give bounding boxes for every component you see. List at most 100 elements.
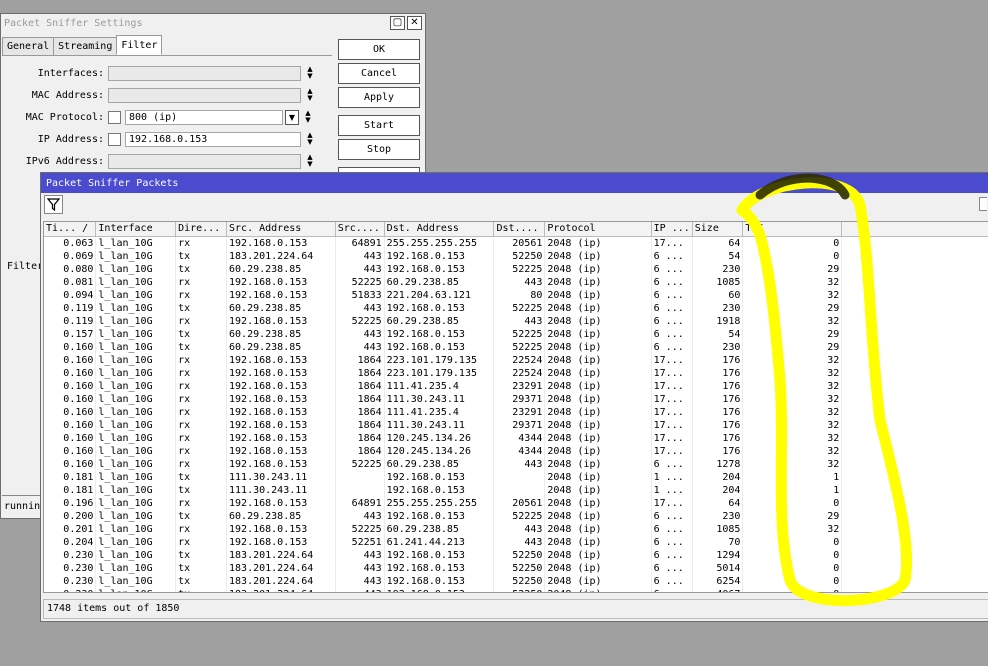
column-header[interactable]: Dst....: [493, 222, 546, 237]
table-row[interactable]: 0.160 l_lan_10G rx 192.168.0.153 1864 120.245…: [44, 444, 988, 458]
column-header[interactable]: Dire...: [175, 222, 228, 237]
tab-streaming[interactable]: Streaming: [53, 37, 118, 55]
table-cell: 6 ...: [651, 275, 693, 289]
table-cell: 6 ...: [651, 561, 693, 575]
filter-icon[interactable]: [44, 194, 63, 214]
dropdown-icon[interactable]: ▼: [285, 109, 299, 125]
table-row[interactable]: 0.181 l_lan_10G tx 111.30.243.11 192.168.0.1…: [44, 470, 988, 484]
table-cell: l_lan_10G: [95, 301, 177, 315]
table-cell: tx: [175, 249, 228, 263]
table-cell: 1085: [692, 522, 744, 536]
table-cell: 0.201: [44, 522, 97, 536]
updown-icon[interactable]: ▲ ▼: [304, 66, 316, 80]
table-cell: 60.29.238.85: [226, 262, 336, 276]
table-cell: 0.094: [44, 288, 97, 302]
table-row[interactable]: 0.160 l_lan_10G rx 192.168.0.153 1864 223.101…: [44, 353, 988, 367]
stop-button[interactable]: Stop: [338, 139, 420, 160]
table-row[interactable]: 0.157 l_lan_10G tx 60.29.238.85 443 192.168.0…: [44, 327, 988, 341]
table-cell: tx: [175, 587, 228, 592]
table-row[interactable]: 0.081 l_lan_10G rx 192.168.0.153 52225 60.29.…: [44, 275, 988, 289]
ok-button[interactable]: OK: [338, 39, 420, 60]
table-row[interactable]: 0.160 l_lan_10G rx 192.168.0.153 1864 111.30.…: [44, 392, 988, 406]
table-cell-filler: [841, 275, 988, 289]
mac-protocol-field[interactable]: 800 (ip): [125, 109, 283, 125]
table-row[interactable]: 0.069 l_lan_10G tx 183.201.224.64 443 192.168…: [44, 249, 988, 263]
ipv6-address-field[interactable]: [108, 153, 301, 169]
table-cell: 176: [692, 418, 744, 432]
mac-address-field[interactable]: [108, 87, 301, 103]
column-header[interactable]: IP ...: [651, 222, 693, 237]
table-cell: rx: [175, 444, 228, 458]
table-row[interactable]: 0.160 l_lan_10G rx 192.168.0.153 52225 60.29.…: [44, 457, 988, 471]
table-row[interactable]: 0.201 l_lan_10G rx 192.168.0.153 52225 60.29.…: [44, 522, 988, 536]
table-cell: 0: [742, 496, 843, 510]
table-cell: 0.081: [44, 275, 97, 289]
table-row[interactable]: 0.204 l_lan_10G rx 192.168.0.153 52251 61.241…: [44, 535, 988, 549]
table-row[interactable]: 0.063 l_lan_10G rx 192.168.0.153 64891 255.25…: [44, 236, 988, 250]
table-row[interactable]: 0.230l_lan_10Gtx183.201.224.64443192.168…: [44, 574, 988, 588]
updown-icon[interactable]: ▲ ▼: [302, 110, 314, 124]
table-cell: 176: [692, 392, 744, 406]
column-header[interactable]: TOS: [742, 222, 843, 237]
table-row[interactable]: 0.160 l_lan_10G rx 192.168.0.153 1864 111.30.…: [44, 418, 988, 432]
table-row[interactable]: 0.230l_lan_10Gtx183.201.224.64443192.168…: [44, 587, 988, 592]
tab-filter[interactable]: Filter: [116, 35, 163, 55]
table-cell: 192.168.0.153: [384, 301, 495, 315]
cancel-button[interactable]: Cancel: [338, 63, 420, 84]
table-cell: [335, 470, 385, 484]
start-button[interactable]: Start: [338, 115, 420, 136]
toolbar-dropdown[interactable]: [979, 197, 987, 211]
ip-address-field[interactable]: 192.168.0.153: [125, 131, 301, 147]
table-cell: 255.255.255.255: [384, 236, 495, 250]
table-row[interactable]: 0.181 l_lan_10G tx 111.30.243.11 192.168.0.1…: [44, 483, 988, 497]
table-cell-filler: [841, 314, 988, 328]
column-header[interactable]: Src. Address: [226, 222, 336, 237]
column-header[interactable]: Dst. Address: [384, 222, 495, 237]
table-row[interactable]: 0.160 l_lan_10G tx 60.29.238.85 443 192.168.0…: [44, 340, 988, 354]
table-row[interactable]: 0.196 l_lan_10G rx 192.168.0.153 64891 255.25…: [44, 496, 988, 510]
table-cell: 183.201.224.64: [226, 574, 336, 588]
table-cell-filler: [841, 366, 988, 380]
table-cell: 29371: [493, 392, 546, 406]
table-cell: 52225: [493, 301, 546, 315]
table-cell: 32: [742, 275, 843, 289]
column-header[interactable]: Protocol: [544, 222, 652, 237]
table-cell: 1085: [692, 275, 744, 289]
table-cell: rx: [175, 314, 228, 328]
updown-icon[interactable]: ▲ ▼: [304, 88, 316, 102]
table-cell: 2048 (ip): [544, 418, 652, 432]
table-cell: rx: [175, 522, 228, 536]
table-row[interactable]: 0.230l_lan_10Gtx183.201.224.64443192.168…: [44, 561, 988, 575]
apply-button[interactable]: Apply: [338, 87, 420, 108]
close-icon[interactable]: ✕: [407, 16, 422, 30]
maximize-icon[interactable]: ▢: [390, 16, 405, 30]
table-cell: l_lan_10G: [95, 561, 177, 575]
mac-protocol-not-checkbox[interactable]: [108, 110, 121, 124]
updown-icon[interactable]: ▲ ▼: [304, 154, 316, 168]
updown-icon[interactable]: ▲ ▼: [304, 132, 316, 146]
tab-general[interactable]: General: [2, 37, 55, 55]
table-row[interactable]: 0.119 l_lan_10G tx 60.29.238.85 443 192.168.0…: [44, 301, 988, 315]
table-cell: 23291: [493, 405, 546, 419]
settings-titlebar[interactable]: Packet Sniffer Settings: [1, 14, 425, 32]
table-row[interactable]: 0.080 l_lan_10G tx 60.29.238.85 443 192.168.0…: [44, 262, 988, 276]
table-row[interactable]: 0.160 l_lan_10G rx 192.168.0.153 1864 120.245…: [44, 431, 988, 445]
table-row[interactable]: 0.160 l_lan_10G rx 192.168.0.153 1864 111.41.…: [44, 379, 988, 393]
table-row[interactable]: 0.160 l_lan_10G rx 192.168.0.153 1864 111.41.…: [44, 405, 988, 419]
table-row[interactable]: 0.200 l_lan_10G tx 60.29.238.85 443 192.168.0…: [44, 509, 988, 523]
table-row[interactable]: 0.160 l_lan_10G rx 192.168.0.153 1864 223.101…: [44, 366, 988, 380]
packets-titlebar[interactable]: Packet Sniffer Packets: [41, 173, 988, 193]
column-header[interactable]: Interface: [95, 222, 177, 237]
table-cell: 111.30.243.11: [226, 470, 336, 484]
column-header[interactable]: Size: [692, 222, 744, 237]
column-header[interactable]: Src....: [335, 222, 385, 237]
table-cell: 443: [335, 327, 385, 341]
table-row[interactable]: 0.230l_lan_10Gtx183.201.224.64443192.168…: [44, 548, 988, 562]
column-header[interactable]: Ti... /: [44, 222, 97, 237]
table-cell: 2048 (ip): [544, 496, 652, 510]
table-row[interactable]: 0.094 l_lan_10G rx 192.168.0.153 51833 221.20…: [44, 288, 988, 302]
table-row[interactable]: 0.119 l_lan_10G rx 192.168.0.153 52225 60.29.…: [44, 314, 988, 328]
interfaces-field[interactable]: [108, 65, 301, 81]
ip-address-not-checkbox[interactable]: [108, 132, 121, 146]
table-cell: rx: [175, 535, 228, 549]
